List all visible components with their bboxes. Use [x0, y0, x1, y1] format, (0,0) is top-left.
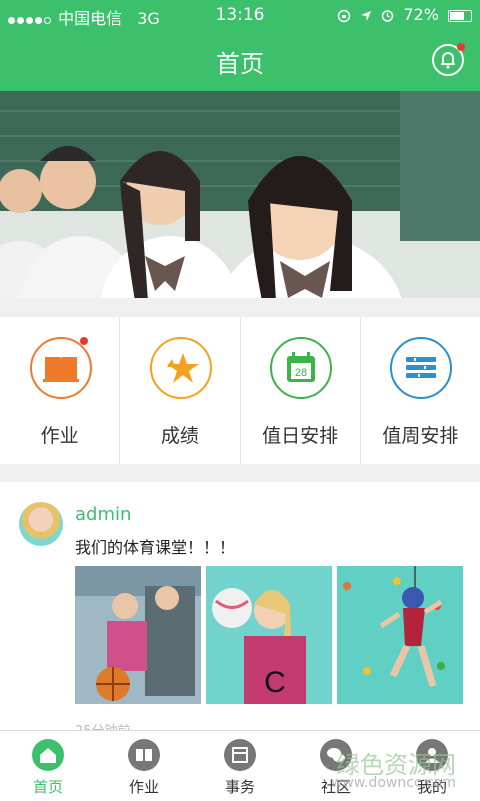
quick-action-label: 成绩	[160, 425, 199, 447]
post-photo[interactable]	[337, 566, 463, 704]
post-photo[interactable]	[75, 566, 201, 704]
grades-icon-circle	[149, 337, 212, 399]
notification-badge	[457, 43, 465, 51]
notification-button[interactable]	[432, 43, 465, 76]
calendar-icon: 28	[287, 352, 316, 382]
star-icon	[166, 353, 199, 383]
post-photo[interactable]: C	[206, 566, 332, 704]
tab-label: 事务	[224, 778, 255, 796]
banner-pager	[0, 271, 480, 290]
duty-day-icon-circle: 28	[270, 337, 333, 399]
quick-action-homework[interactable]: 作业	[0, 317, 121, 464]
tab-home[interactable]: 首页	[0, 731, 96, 801]
banner-carousel[interactable]	[0, 91, 480, 298]
status-right: 72%	[337, 5, 472, 24]
quick-action-duty-day[interactable]: 28 值日安排	[241, 317, 361, 464]
tab-affairs[interactable]: 事务	[192, 731, 288, 801]
quick-action-label: 作业	[40, 425, 79, 447]
status-bar: 中国电信 3G 13:16 72%	[0, 0, 480, 30]
alarm-icon	[382, 10, 394, 22]
watermark-url: www.downcc.com	[330, 775, 456, 791]
feed-post: admin 我们的体育课堂！！！ C	[0, 482, 480, 739]
location-icon	[361, 10, 372, 21]
tab-homework[interactable]: 作业	[96, 731, 192, 801]
home-icon	[32, 739, 64, 771]
lock-rotation-icon	[337, 9, 351, 22]
tab-label: 作业	[128, 778, 159, 796]
calendar-day: 28	[295, 367, 307, 379]
banner-image	[0, 91, 480, 298]
pager-dot	[250, 278, 258, 286]
book-icon	[128, 739, 160, 771]
schedule-list-icon	[406, 357, 437, 378]
quick-action-label: 值日安排	[262, 425, 339, 447]
quick-action-grades[interactable]: 成绩	[120, 317, 241, 464]
quick-action-duty-week[interactable]: 值周安排	[361, 317, 480, 464]
battery-icon	[448, 9, 472, 22]
post-text: 我们的体育课堂！！！	[75, 538, 236, 557]
homework-badge	[79, 337, 88, 345]
duty-week-icon-circle	[390, 337, 453, 399]
page-title: 首页	[216, 50, 264, 78]
homework-icon-circle	[29, 337, 92, 399]
battery-percent: 72%	[403, 5, 439, 24]
post-username[interactable]: admin	[75, 504, 131, 525]
pager-dot	[222, 278, 230, 286]
quick-action-label: 值周安排	[382, 425, 459, 447]
quick-actions-grid: 作业 成绩 28 值日安排 值周安排	[0, 317, 480, 464]
tab-label: 首页	[32, 778, 63, 796]
svg-text:C: C	[264, 666, 286, 699]
avatar[interactable]	[19, 502, 63, 546]
top-navbar: 首页	[0, 30, 480, 91]
pager-dot-active	[236, 278, 244, 286]
calendar-icon	[224, 739, 256, 771]
book-icon	[42, 357, 79, 382]
